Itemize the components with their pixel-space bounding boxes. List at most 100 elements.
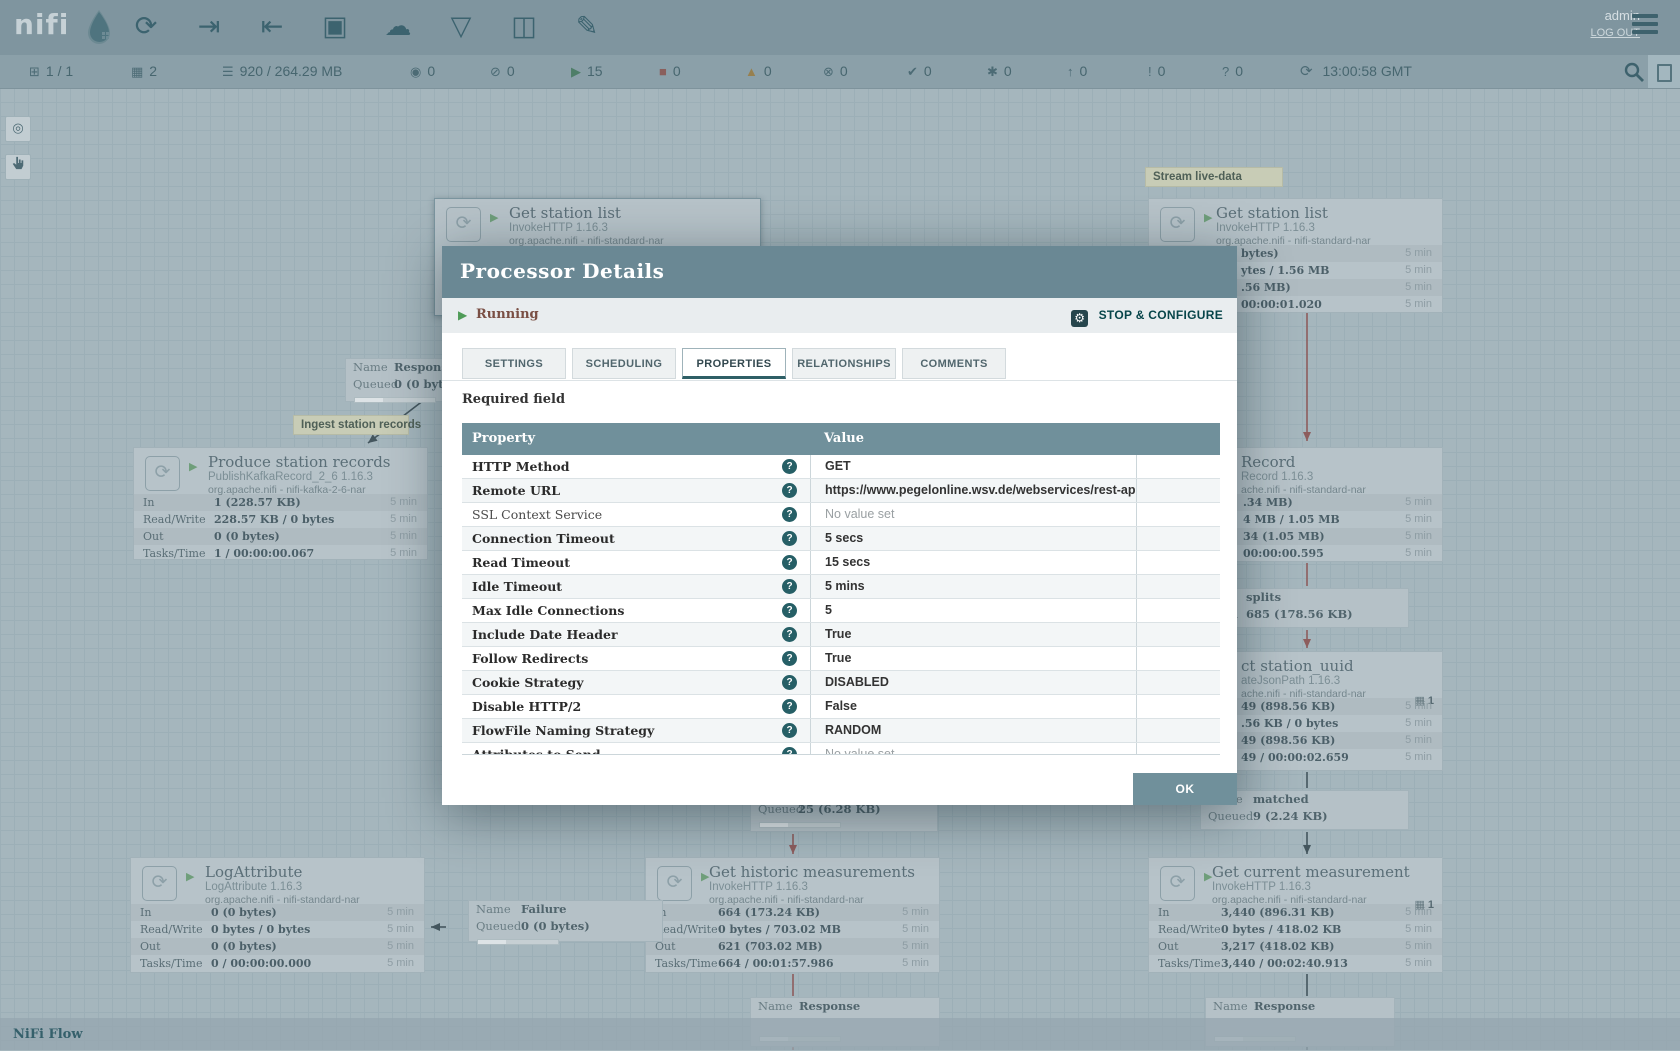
property-value[interactable]: 5 <box>810 599 1136 622</box>
input-port-icon[interactable]: ⇥ <box>191 6 227 46</box>
processor-title: Produce station records <box>208 453 391 471</box>
status-running-count: 15 <box>587 63 603 79</box>
label-icon[interactable]: ✎ <box>569 6 605 46</box>
stat-row: Read/Write0 bytes / 703.02 MB5 min <box>646 921 939 938</box>
property-row[interactable]: Include Date Header?True <box>462 623 1220 647</box>
tab-comments[interactable]: COMMENTS <box>902 348 1006 379</box>
queue-size-bar <box>354 397 436 403</box>
property-row[interactable]: Attributes to Send?No value set <box>462 743 1220 755</box>
processor-icon[interactable]: ⟳ <box>128 6 164 46</box>
property-extra-cell <box>1136 623 1220 646</box>
refresh-icon[interactable]: ⟳ <box>1300 55 1313 88</box>
help-icon[interactable]: ? <box>782 651 797 666</box>
running-icon: ▶ <box>186 870 194 883</box>
status-locally-modified-count: 0 <box>1004 63 1012 79</box>
canvas-label-ingest-station-records[interactable]: Ingest station records <box>293 415 409 435</box>
processor-produce-station-records[interactable]: ⟳▶Produce station recordsPublishKafkaRec… <box>133 447 428 560</box>
help-icon[interactable]: ? <box>782 483 797 498</box>
property-value[interactable]: True <box>810 647 1136 670</box>
property-value[interactable]: 5 mins <box>810 575 1136 598</box>
processor-type: InvokeHTTP 1.16.3 <box>709 881 808 893</box>
template-icon[interactable]: ◫ <box>506 6 542 46</box>
tab-properties[interactable]: PROPERTIES <box>682 348 786 379</box>
help-icon[interactable]: ? <box>782 459 797 474</box>
property-value[interactable]: 5 secs <box>810 527 1136 550</box>
remote-process-group-icon[interactable]: ☁ <box>380 6 416 46</box>
property-row[interactable]: Follow Redirects?True <box>462 647 1220 671</box>
processor-title: Get station list <box>509 204 621 222</box>
connection-label-failure[interactable]: NameFailureQueued0 (0 bytes) <box>468 900 663 942</box>
processor-title: Record <box>1241 453 1295 471</box>
breadcrumb-root[interactable]: NiFi Flow <box>13 1027 83 1042</box>
search-icon[interactable] <box>1622 60 1646 84</box>
tab-underline <box>442 380 1237 381</box>
property-row[interactable]: FlowFile Naming Strategy?RANDOM <box>462 719 1220 743</box>
help-icon[interactable]: ? <box>782 579 797 594</box>
help-icon[interactable]: ? <box>782 555 797 570</box>
property-row[interactable]: Cookie Strategy?DISABLED <box>462 671 1220 695</box>
property-row[interactable]: Disable HTTP/2?False <box>462 695 1220 719</box>
running-icon: ▶ <box>189 460 197 473</box>
property-extra-cell <box>1136 479 1220 502</box>
navigate-palette-button[interactable]: ◎ <box>5 116 31 142</box>
property-value[interactable]: False <box>810 695 1136 718</box>
property-extra-cell <box>1136 647 1220 670</box>
tab-relationships[interactable]: RELATIONSHIPS <box>792 348 896 379</box>
canvas-label-stream-live-data[interactable]: Stream live-data <box>1145 167 1283 187</box>
processor-logattribute[interactable]: ⟳▶LogAttributeLogAttribute 1.16.3org.apa… <box>130 857 425 973</box>
status-threads: ▦2 <box>131 55 157 88</box>
help-icon[interactable]: ? <box>782 723 797 738</box>
property-row[interactable]: Connection Timeout? 5 secs <box>462 527 1220 551</box>
property-row[interactable]: Remote URL?https://www.pegelonline.wsv.d… <box>462 479 1220 503</box>
help-icon[interactable]: ? <box>782 675 797 690</box>
property-extra-cell <box>1136 671 1220 694</box>
property-value[interactable]: DISABLED <box>810 671 1136 694</box>
property-row[interactable]: Idle Timeout?5 mins <box>462 575 1220 599</box>
connection-label-row: Queued0 (0 bytes) <box>469 918 662 935</box>
property-value[interactable]: https://www.pegelonline.wsv.de/webservic… <box>810 479 1136 502</box>
status-sync-failure: ?0 <box>1222 55 1243 88</box>
help-icon[interactable]: ? <box>782 627 797 642</box>
running-icon: ▶ <box>571 55 581 88</box>
stat-row: In1 (228.57 KB)5 min <box>134 494 427 511</box>
connection-label-row: NameResponse <box>1206 998 1394 1015</box>
status-threads-count: 2 <box>149 63 157 79</box>
property-value[interactable]: No value set <box>810 503 1136 526</box>
property-extra-cell <box>1136 503 1220 526</box>
processor-type: LogAttribute 1.16.3 <box>205 881 302 893</box>
property-row[interactable]: HTTP Method?GET <box>462 455 1220 479</box>
property-value[interactable]: 15 secs <box>810 551 1136 574</box>
property-value[interactable]: No value set <box>810 743 1136 755</box>
birdseye-toggle[interactable] <box>1648 55 1680 88</box>
property-row[interactable]: Read Timeout?15 secs <box>462 551 1220 575</box>
processor-get-historic-measurements[interactable]: ⟳▶Get historic measurementsInvokeHTTP 1.… <box>645 857 940 973</box>
operate-palette-button[interactable] <box>5 154 31 180</box>
global-menu-icon[interactable] <box>1632 14 1658 36</box>
funnel-icon[interactable]: ▽ <box>443 6 479 46</box>
status-up-to-date: ✔0 <box>907 55 932 88</box>
stop-and-configure-button[interactable]: ⚙ STOP & CONFIGURE <box>1071 306 1223 327</box>
tab-scheduling[interactable]: SCHEDULING <box>572 348 676 379</box>
property-row[interactable]: SSL Context Service?No value set <box>462 503 1220 527</box>
output-port-icon[interactable]: ⇤ <box>254 6 290 46</box>
property-row[interactable]: Max Idle Connections?5 <box>462 599 1220 623</box>
help-icon[interactable]: ? <box>782 531 797 546</box>
flow-status-bar: ⟳ 13:00:58 GMT ⊞1 / 1▦2☰920 / 264.29 MB◉… <box>0 55 1680 89</box>
ok-button[interactable]: OK <box>1133 773 1237 805</box>
status-cluster: ⊞1 / 1 <box>29 55 73 88</box>
tab-settings[interactable]: SETTINGS <box>462 348 566 379</box>
process-group-icon[interactable]: ▣ <box>317 6 353 46</box>
status-not-transmitting: ⊘0 <box>490 55 515 88</box>
help-icon[interactable]: ? <box>782 507 797 522</box>
property-value[interactable]: RANDOM <box>810 719 1136 742</box>
help-icon[interactable]: ? <box>782 699 797 714</box>
required-field-note: Required field <box>462 392 565 407</box>
help-icon[interactable]: ? <box>782 603 797 618</box>
help-icon[interactable]: ? <box>782 747 797 755</box>
processor-get-current-measurement[interactable]: ⟳▶Get current measurementInvokeHTTP 1.16… <box>1148 857 1443 973</box>
processor-title: Get historic measurements <box>709 863 915 881</box>
property-value[interactable]: True <box>810 623 1136 646</box>
property-value[interactable]: GET <box>810 455 1136 478</box>
status-invalid: ▲0 <box>745 55 772 88</box>
property-name: Connection Timeout <box>472 527 615 550</box>
